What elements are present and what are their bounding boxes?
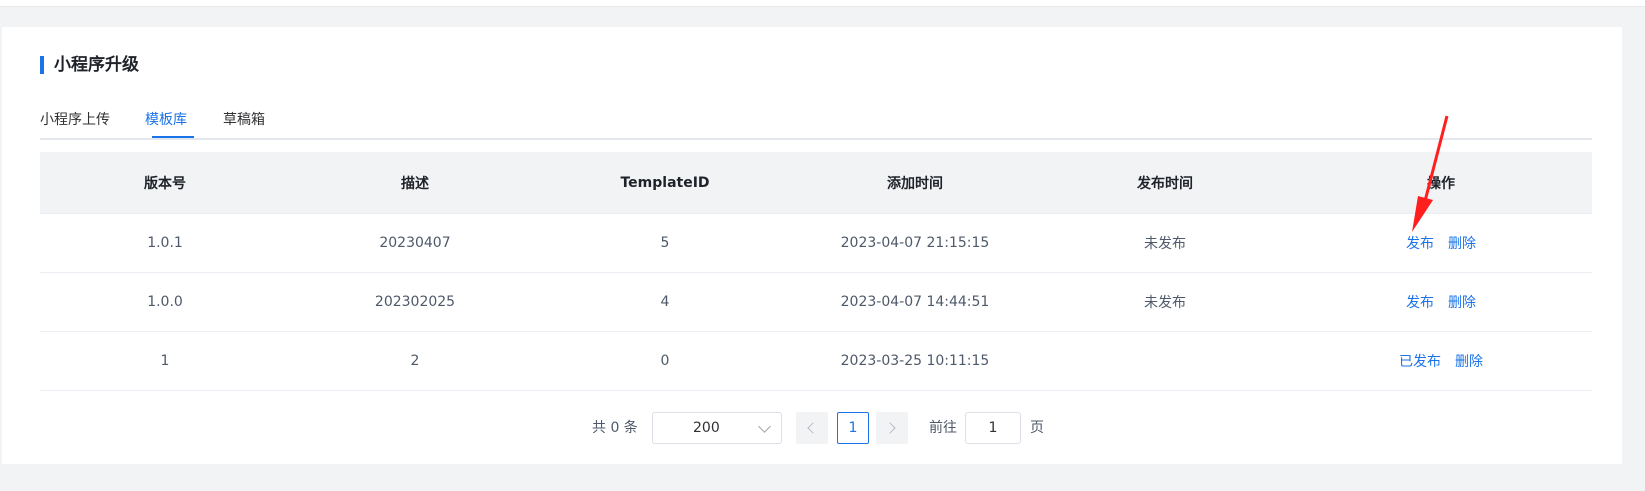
- page-size-value: 200: [693, 420, 720, 436]
- cell-template-id: 0: [660, 353, 670, 369]
- header-actions: 操作: [1427, 175, 1455, 192]
- cell-publish-time: 未发布: [1144, 236, 1186, 252]
- cell-version: 1.0.1: [147, 235, 183, 251]
- cell-template-id: 4: [660, 294, 670, 310]
- cell-version: 1: [160, 353, 170, 369]
- goto-label: 前往: [929, 420, 957, 436]
- cell-publish-time: 未发布: [1144, 295, 1186, 311]
- table-row: 1 2 0 2023-03-25 10:11:15 已发布 删除: [40, 332, 1592, 391]
- delete-link[interactable]: 删除: [1448, 292, 1476, 312]
- cell-description: 20230407: [379, 235, 451, 251]
- title-accent-bar: [40, 56, 44, 74]
- table-row: 1.0.1 20230407 5 2023-04-07 21:15:15 未发布…: [40, 214, 1592, 273]
- delete-link[interactable]: 删除: [1448, 233, 1476, 253]
- page-size-select[interactable]: 200: [652, 412, 782, 444]
- table-row: 1.0.0 202302025 4 2023-04-07 14:44:51 未发…: [40, 273, 1592, 332]
- active-tab-indicator: [152, 136, 194, 138]
- cell-description: 202302025: [374, 294, 456, 310]
- top-bar: [0, 0, 1645, 7]
- tab-drafts[interactable]: 草稿箱: [223, 111, 265, 129]
- cell-publish-time: [1040, 332, 1290, 390]
- cell-actions: 已发布 删除: [1290, 332, 1592, 390]
- cell-added-time: 2023-04-07 21:15:15: [840, 235, 990, 251]
- delete-link[interactable]: 删除: [1455, 351, 1483, 371]
- tab-upload[interactable]: 小程序上传: [40, 111, 110, 129]
- cell-description: 2: [410, 353, 420, 369]
- chevron-down-icon: [758, 420, 771, 433]
- pagination-total: 共 0 条: [592, 420, 638, 436]
- goto-page-input[interactable]: [965, 412, 1021, 444]
- header-publish-time: 发布时间: [1137, 175, 1193, 192]
- page-number-current[interactable]: 1: [837, 412, 869, 444]
- header-description: 描述: [401, 175, 429, 192]
- template-table: 版本号 描述 TemplateID 添加时间 发布时间 操作 1.0.1 202…: [40, 152, 1592, 391]
- header-added-time: 添加时间: [887, 175, 943, 192]
- header-template-id: TemplateID: [620, 174, 710, 191]
- next-page-button[interactable]: [876, 412, 908, 444]
- page-unit-label: 页: [1030, 420, 1044, 436]
- prev-page-button[interactable]: [796, 412, 828, 444]
- cell-added-time: 2023-03-25 10:11:15: [840, 353, 990, 369]
- chevron-right-icon: [884, 422, 896, 434]
- publish-link[interactable]: 发布: [1406, 233, 1434, 253]
- table-header: 版本号 描述 TemplateID 添加时间 发布时间 操作: [40, 152, 1592, 214]
- cell-actions: 发布 删除: [1290, 214, 1592, 272]
- tab-bar: 小程序上传 模板库 草稿箱: [40, 108, 1592, 140]
- tab-template-library[interactable]: 模板库: [145, 111, 187, 129]
- published-link[interactable]: 已发布: [1399, 351, 1441, 371]
- publish-link[interactable]: 发布: [1406, 292, 1434, 312]
- cell-actions: 发布 删除: [1290, 273, 1592, 331]
- chevron-left-icon: [807, 422, 819, 434]
- cell-version: 1.0.0: [147, 294, 183, 310]
- cell-added-time: 2023-04-07 14:44:51: [840, 294, 990, 310]
- header-version: 版本号: [144, 175, 186, 192]
- page-title: 小程序升级: [54, 55, 139, 75]
- cell-template-id: 5: [660, 235, 670, 251]
